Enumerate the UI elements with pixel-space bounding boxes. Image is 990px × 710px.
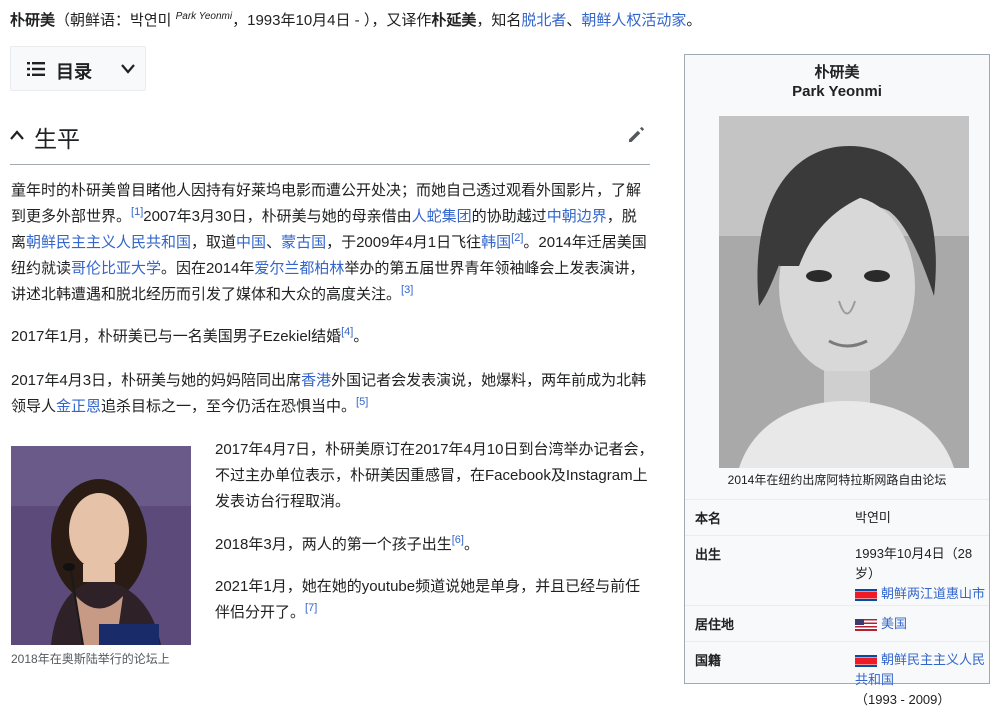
para-text: 、	[266, 234, 282, 251]
reference-link[interactable]: [7]	[305, 602, 317, 614]
section-heading: 生平	[10, 118, 650, 165]
link-usa[interactable]: 美国	[881, 616, 907, 631]
chevron-down-icon	[121, 64, 135, 74]
link-kim-jong-un[interactable]: 金正恩	[56, 398, 101, 415]
biography-paragraph: 2017年4月3日，朴研美与她的妈妈陪同出席香港外国记者会发表演说，她爆料，两年…	[11, 368, 651, 420]
link-china-nk-border[interactable]: 中朝边界	[547, 208, 607, 225]
infobox-row-residence: 居住地 美国	[685, 605, 989, 642]
link-hong-kong[interactable]: 香港	[301, 372, 331, 389]
portrait-illustration	[719, 116, 969, 468]
link-mongolia[interactable]: 蒙古国	[281, 234, 326, 251]
subject-name: 朴研美	[10, 12, 56, 29]
portrait-illustration	[11, 446, 191, 645]
link-hyesan[interactable]: 朝鲜两江道惠山市	[881, 586, 985, 601]
list-icon	[27, 62, 45, 76]
alt-name: 朴延美	[431, 12, 477, 29]
toc-toggle-button[interactable]: 目录	[10, 46, 146, 91]
intro-paragraph: 朴研美（朝鲜语：박연미 Park Yeonmi，1993年10月4日 - ），又…	[10, 4, 985, 34]
infobox-title-en: Park Yeonmi	[792, 83, 882, 100]
link-dublin[interactable]: 爱尔兰都柏林	[254, 260, 344, 277]
biography-paragraph: 童年时的朴研美曾目睹他人因持有好莱坞电影而遭公开处决；而她自己透过观看外国影片，…	[11, 178, 651, 308]
north-korea-flag-icon	[855, 588, 877, 601]
reference-link[interactable]: [5]	[356, 396, 368, 408]
reference-link[interactable]: [6]	[452, 534, 464, 546]
row-label: 本名	[695, 511, 722, 526]
link-snakehead[interactable]: 人蛇集团	[412, 208, 472, 225]
row-label: 出生	[695, 547, 722, 562]
infobox-caption: 2014年在纽约出席阿特拉斯网路自由论坛	[727, 473, 947, 487]
row-value: 朝鲜民主主义人民共和国（1993 - 2009）	[855, 650, 987, 710]
birth-date: 1993年10月4日（28岁）	[855, 546, 973, 581]
reference-link[interactable]: [3]	[401, 284, 413, 296]
north-korea-flag-icon	[855, 654, 877, 667]
biography-paragraph: 2018年3月，两人的第一个孩子出生[6]。	[215, 532, 655, 558]
infobox-row-birth-name: 本名 박연미	[685, 499, 989, 536]
intro-text: ，知名	[476, 12, 522, 29]
row-value: 1993年10月4日（28岁） 朝鲜两江道惠山市	[855, 544, 987, 604]
para-text: 2021年1月，她在她的youtube频道说她是单身，并且已经与前任伴侣分开了。	[215, 578, 641, 621]
link-defector[interactable]: 脱北者	[521, 12, 566, 29]
link-columbia-university[interactable]: 哥伦比亚大学	[71, 260, 161, 277]
row-value: 박연미	[855, 510, 891, 525]
chevron-up-icon[interactable]	[10, 128, 24, 142]
row-value: 美国	[855, 614, 987, 634]
usa-flag-icon	[855, 618, 877, 631]
biography-paragraph: 2017年4月7日，朴研美原订在2017年4月10日到台湾举办记者会，不过主办单…	[215, 441, 654, 510]
infobox-portrait-photo[interactable]	[719, 116, 969, 468]
reference-link[interactable]: [1]	[131, 206, 143, 218]
link-south-korea[interactable]: 韩国	[481, 234, 511, 251]
row-label: 国籍	[695, 653, 722, 668]
para-text: ，取道	[191, 234, 237, 251]
para-text: 。	[463, 536, 479, 553]
intro-text: 。	[686, 12, 702, 29]
para-text: 2007年3月30日，朴研美与她的母亲借由	[143, 208, 412, 225]
infobox-title-zh: 朴研美	[814, 64, 860, 81]
para-text: 。	[353, 328, 369, 345]
link-human-rights-activist[interactable]: 朝鲜人权活动家	[581, 12, 686, 29]
para-text: 的协助越过	[471, 208, 547, 225]
para-text: 。因在2014年	[161, 260, 255, 277]
intro-text: （朝鲜语：박연미	[55, 12, 176, 29]
intro-text: ，1993年10月4日 - ），又译作	[232, 12, 432, 29]
para-text: 2017年4月3日，朴研美与她的妈妈陪同出席	[11, 372, 302, 389]
intro-text: 、	[566, 12, 582, 29]
oslo-forum-photo[interactable]	[11, 446, 191, 645]
link-dprk[interactable]: 朝鲜民主主义人民共和国	[26, 234, 191, 251]
para-text: 2018年3月，两人的第一个孩子出生	[215, 536, 452, 553]
edit-pencil-icon[interactable]	[627, 124, 647, 144]
reference-link[interactable]: [2]	[511, 232, 523, 244]
toc-label: 目录	[56, 62, 92, 82]
biography-paragraph: 2017年1月，朴研美已与一名美国男子Ezekiel结婚[4]。	[11, 324, 651, 350]
row-label: 居住地	[695, 617, 735, 632]
infobox: 朴研美 Park Yeonmi 2014年在纽约出席阿特拉斯网路自由论坛 本名 …	[684, 54, 990, 707]
infobox-row-born: 出生 1993年10月4日（28岁） 朝鲜两江道惠山市	[685, 535, 989, 606]
para-text: 2017年1月，朴研美已与一名美国男子Ezekiel结婚	[11, 328, 342, 345]
link-china[interactable]: 中国	[236, 234, 266, 251]
nationality-years: （1993 - 2009）	[855, 692, 951, 707]
biography-paragraph: 2021年1月，她在她的youtube频道说她是单身，并且已经与前任伴侣分开了。…	[215, 574, 655, 626]
para-text: ，于2009年4月1日飞往	[326, 234, 482, 251]
romanized-name: Park Yeonmi	[175, 11, 233, 22]
infobox-row-nationality: 国籍 朝鲜民主主义人民共和国（1993 - 2009）	[685, 641, 989, 707]
section-title: 生平	[34, 127, 80, 152]
thumb-caption: 2018年在奥斯陆举行的论坛上	[11, 652, 170, 666]
para-text: 追杀目标之一，至今仍活在恐惧当中。	[101, 398, 357, 415]
reference-link[interactable]: [4]	[341, 326, 353, 338]
infobox-title: 朴研美 Park Yeonmi	[685, 63, 989, 101]
